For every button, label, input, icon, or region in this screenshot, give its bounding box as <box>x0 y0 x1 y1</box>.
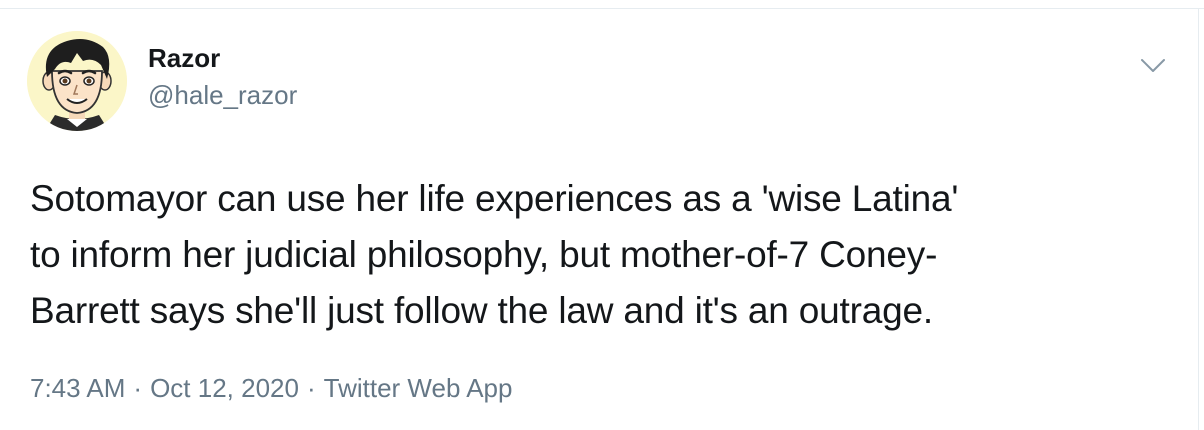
separator: · <box>133 373 143 403</box>
tweet-metadata: 7:43 AM · Oct 12, 2020 · Twitter Web App <box>30 371 512 405</box>
chevron-down-icon[interactable] <box>1140 57 1166 75</box>
avatar[interactable] <box>27 31 127 131</box>
cartoon-face-icon <box>27 31 127 131</box>
user-handle[interactable]: @hale_razor <box>148 78 297 112</box>
tweet-date[interactable]: Oct 12, 2020 <box>150 373 299 403</box>
tweet-card: Razor @hale_razor Sotomayor can use her … <box>0 9 1198 430</box>
tweet-text-line: Sotomayor can use her life experiences a… <box>30 178 959 219</box>
tweet-text-line: Barrett says she'll just follow the law … <box>30 290 933 331</box>
separator: · <box>306 373 316 403</box>
user-info: Razor @hale_razor <box>148 42 297 112</box>
right-divider <box>1198 8 1199 430</box>
tweet-text-line: to inform her judicial philosophy, but m… <box>30 234 938 275</box>
tweet-time[interactable]: 7:43 AM <box>30 373 125 403</box>
display-name[interactable]: Razor <box>148 42 297 74</box>
tweet-source[interactable]: Twitter Web App <box>324 373 513 403</box>
tweet-text: Sotomayor can use her life experiences a… <box>30 171 1170 339</box>
